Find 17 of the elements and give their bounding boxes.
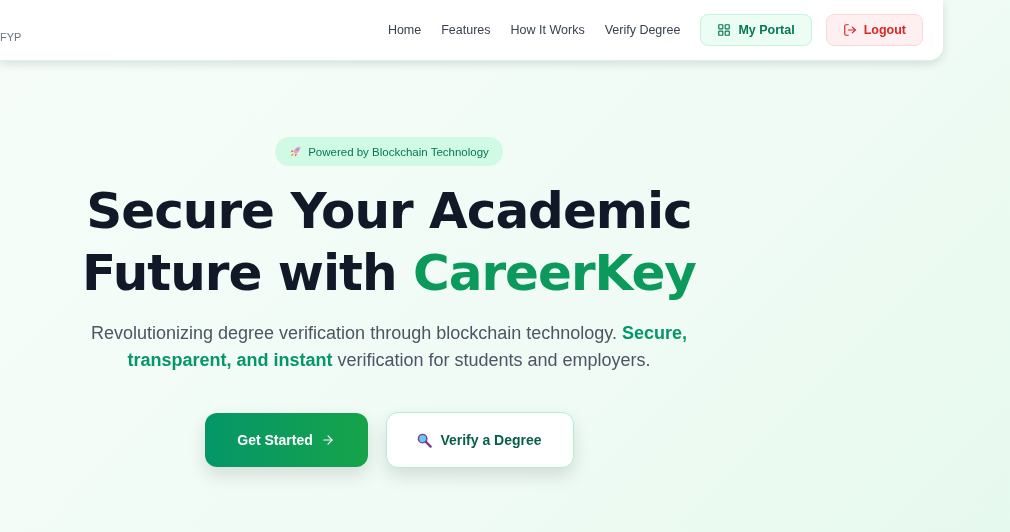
- magnifier-icon: [417, 432, 433, 448]
- logout-icon: [842, 23, 857, 37]
- badge-text: Powered by Blockchain Technology: [308, 145, 489, 158]
- hero-title: Secure Your Academic Future with CareerKey: [81, 181, 697, 304]
- nav-link[interactable]: Verify Degree: [604, 23, 681, 37]
- nav-link[interactable]: How It Works: [510, 23, 585, 37]
- brand-text: FYP: [0, 31, 22, 43]
- verify-button[interactable]: Verify a Degree: [385, 412, 574, 468]
- portal-button[interactable]: My Portal: [700, 14, 812, 46]
- grid-icon: [717, 23, 732, 37]
- hero-subtitle: Revolutionizing degree verification through blockchain technology. Secure, transparent, and instant verification for students and employers.: [89, 322, 688, 372]
- get-started-button[interactable]: Get Started: [204, 413, 368, 467]
- logout-button[interactable]: Logout: [825, 14, 923, 46]
- rocket-icon: [289, 145, 303, 158]
- nav-link[interactable]: Features: [441, 23, 491, 37]
- arrow-icon: [320, 433, 335, 447]
- nav-link[interactable]: Home: [387, 23, 422, 37]
